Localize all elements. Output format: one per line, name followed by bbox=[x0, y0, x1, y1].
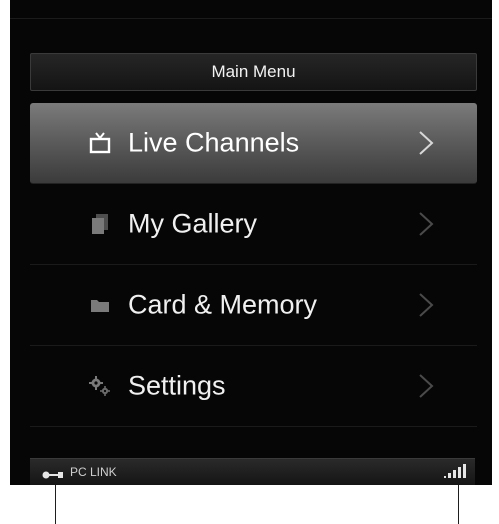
status-bar: PC LINK bbox=[30, 458, 475, 485]
stand-leg-right bbox=[458, 485, 459, 524]
pc-link-label: PC LINK bbox=[70, 465, 117, 479]
menu-item-label: Live Channels bbox=[128, 127, 300, 158]
chevron-right-icon bbox=[416, 210, 436, 238]
chevron-right-icon bbox=[416, 372, 436, 400]
signal-strength-icon bbox=[443, 463, 467, 479]
menu-item-label: My Gallery bbox=[128, 208, 258, 239]
menu-item-card-memory[interactable]: Card & Memory bbox=[30, 265, 477, 346]
screen: Main Menu Live Channels My Gallery Card … bbox=[10, 0, 492, 485]
top-divider bbox=[10, 18, 492, 19]
chevron-right-icon bbox=[416, 129, 436, 157]
menu-item-my-gallery[interactable]: My Gallery bbox=[30, 184, 477, 265]
device-frame: Main Menu Live Channels My Gallery Card … bbox=[0, 0, 499, 524]
menu-item-settings[interactable]: Settings bbox=[30, 346, 477, 427]
chevron-right-icon bbox=[416, 291, 436, 319]
menu-list: Live Channels My Gallery Card & Memory S… bbox=[30, 103, 477, 427]
tv-icon bbox=[88, 131, 112, 155]
connector-icon bbox=[42, 467, 64, 479]
menu-title-bar: Main Menu bbox=[30, 53, 477, 91]
gears-icon bbox=[88, 374, 112, 398]
menu-item-label: Card & Memory bbox=[128, 289, 318, 320]
folder-icon bbox=[88, 293, 112, 317]
stand-leg-left bbox=[55, 485, 56, 524]
menu-item-label: Settings bbox=[128, 370, 226, 401]
menu-title: Main Menu bbox=[211, 62, 296, 81]
gallery-icon bbox=[88, 212, 112, 236]
menu-item-live-channels[interactable]: Live Channels bbox=[30, 103, 477, 184]
